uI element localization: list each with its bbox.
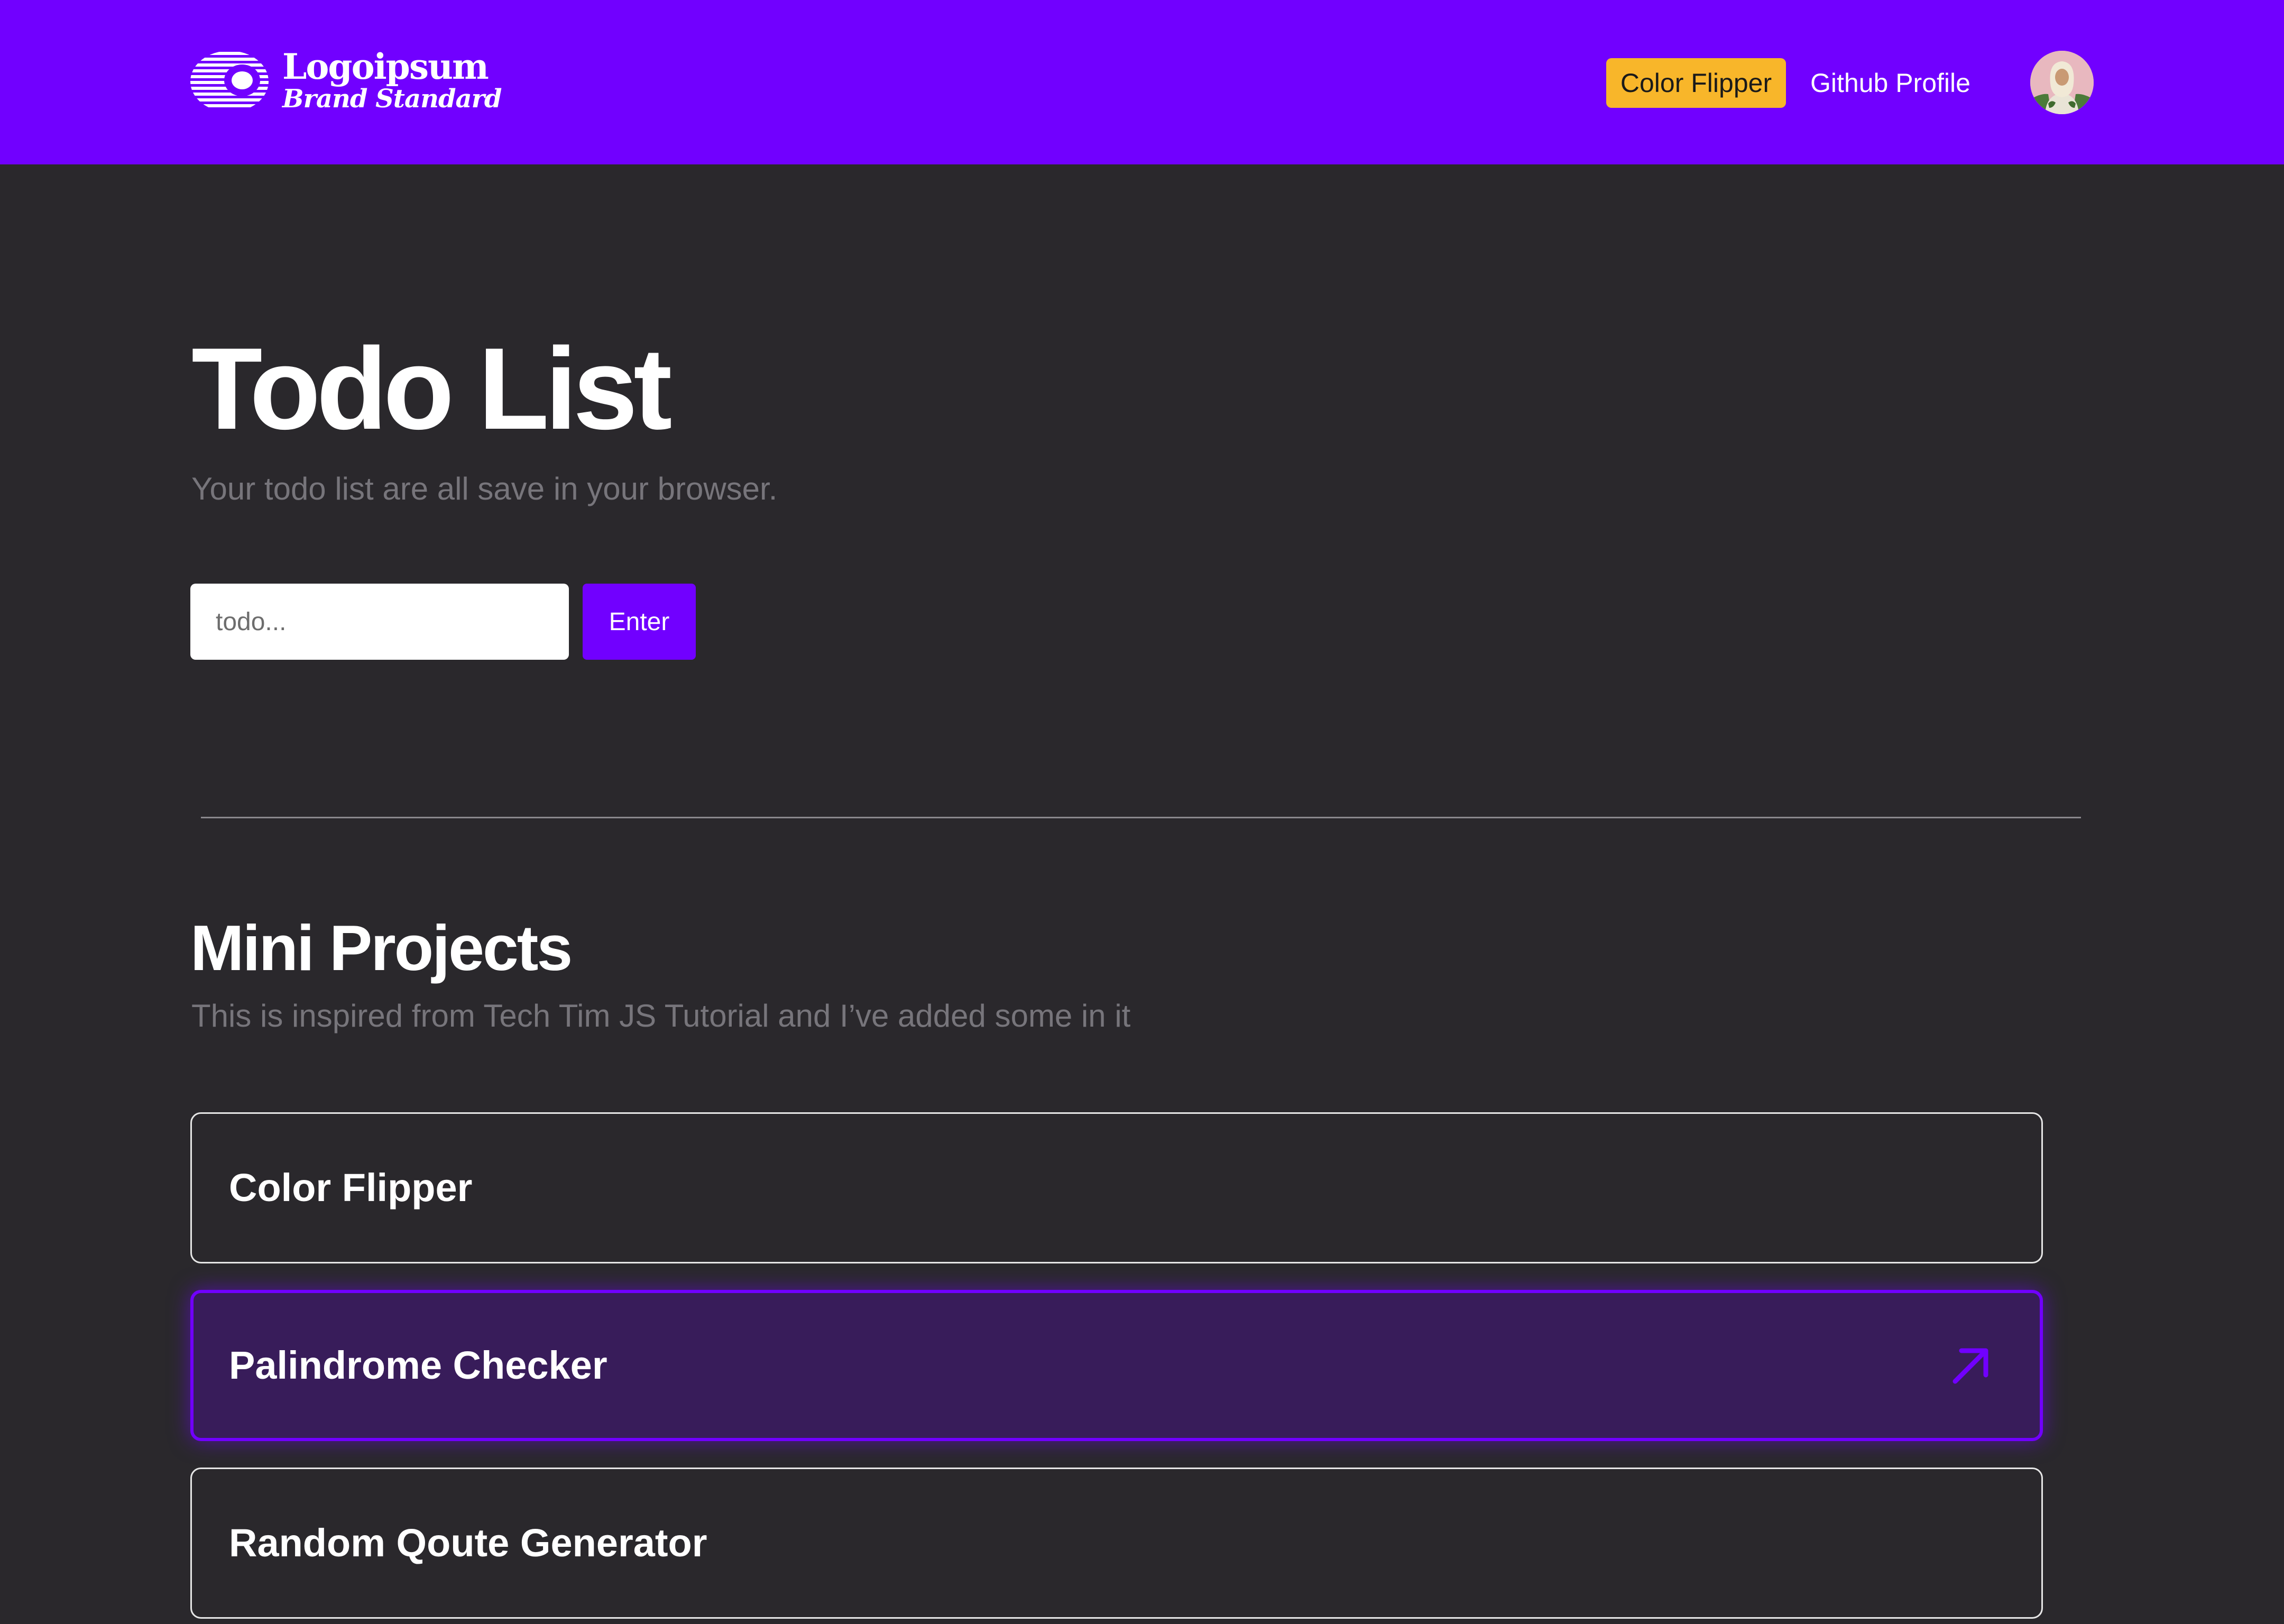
project-card-label: Palindrome Checker	[229, 1343, 607, 1387]
page-subtitle: Your todo list are all save in your brow…	[191, 471, 778, 506]
section-subtitle: This is inspired from Tech Tim JS Tutori…	[191, 998, 1131, 1034]
logo-wordmark: Logoipsum Brand Standard	[282, 46, 502, 114]
project-card-palindrome-checker[interactable]: Palindrome Checker	[190, 1290, 2043, 1441]
avatar[interactable]	[2030, 51, 2094, 114]
logo-mark-icon	[190, 52, 269, 107]
project-card-random-quote-generator[interactable]: Random Qoute Generator	[190, 1468, 2043, 1619]
project-card-label: Random Qoute Generator	[229, 1521, 707, 1565]
user-avatar-icon	[2030, 51, 2094, 114]
page-title: Todo List	[191, 324, 672, 454]
enter-button[interactable]: Enter	[583, 584, 696, 660]
logo-name: Logoipsum	[282, 46, 489, 87]
top-navbar: Logoipsum Brand Standard Color Flipper G…	[0, 0, 2284, 164]
arrow-up-right-icon	[1950, 1344, 1992, 1387]
todo-input[interactable]	[190, 584, 569, 660]
nav-github-profile-link[interactable]: Github Profile	[1810, 58, 1970, 108]
section-title: Mini Projects	[190, 912, 573, 984]
project-card-color-flipper[interactable]: Color Flipper	[190, 1112, 2043, 1263]
app-root: Logoipsum Brand Standard Color Flipper G…	[0, 0, 2284, 1624]
logo-tagline: Brand Standard	[282, 84, 502, 114]
section-divider	[201, 817, 2081, 818]
brand-logo[interactable]: Logoipsum Brand Standard	[189, 46, 502, 114]
project-card-label: Color Flipper	[229, 1166, 473, 1210]
nav-color-flipper-button[interactable]: Color Flipper	[1606, 58, 1786, 108]
